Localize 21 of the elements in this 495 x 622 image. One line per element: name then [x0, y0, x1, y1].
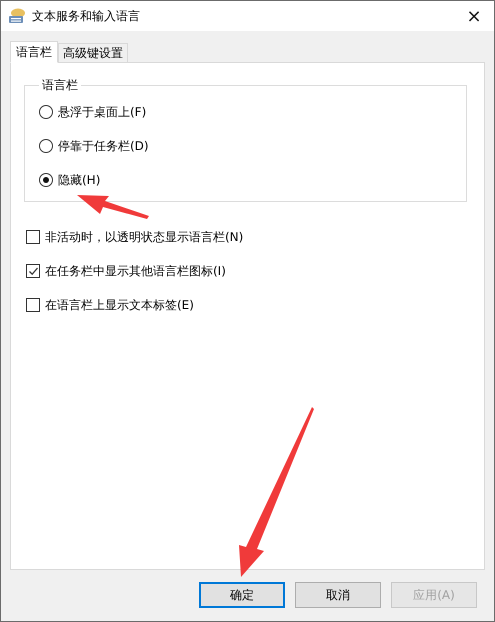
dialog-button[interactable]: 取消 [295, 582, 381, 608]
tab[interactable]: 高级键设置 [58, 43, 128, 63]
checkbox-label: 在任务栏中显示其他语言栏图标(I) [45, 262, 226, 280]
checkbox-label: 在语言栏上显示文本标签(E) [45, 296, 194, 314]
radio-label: 停靠于任务栏(D) [58, 138, 149, 154]
arrow [77, 195, 149, 219]
checkbox[interactable] [26, 230, 40, 244]
radio-label: 隐藏(H) [58, 172, 100, 188]
checkbox-label: 非活动时，以透明状态显示语言栏(N) [45, 228, 244, 246]
radio-button[interactable] [39, 139, 53, 153]
group-title: 语言栏 [41, 77, 79, 94]
window-title: 文本服务和输入语言 [32, 8, 141, 24]
radio-button[interactable] [39, 173, 53, 187]
tab[interactable]: 语言栏 [10, 41, 58, 63]
checkbox[interactable] [26, 298, 40, 312]
dialog-button[interactable]: 确定 [199, 582, 285, 608]
checkbox[interactable] [26, 264, 40, 278]
radio-button[interactable] [39, 105, 53, 119]
keyboard-icon [8, 8, 26, 24]
close-button[interactable]: × [454, 1, 494, 31]
radio-label: 悬浮于桌面上(F) [58, 104, 146, 120]
